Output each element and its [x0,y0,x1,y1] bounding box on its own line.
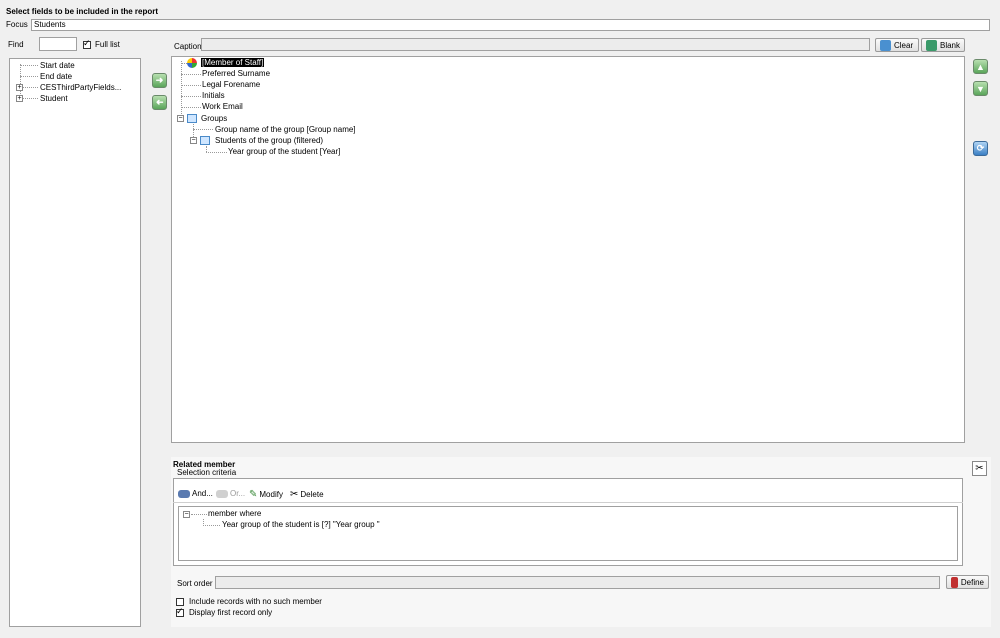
clear-button[interactable]: Clear [875,38,919,52]
tree-root-member-of-staff[interactable]: [Member of Staff] [201,58,265,67]
clear-icon [880,39,891,51]
selection-criteria-label: Selection criteria [177,468,237,477]
scissors-icon: ✂ [975,463,984,474]
field-tree-panel[interactable]: Start date End date + CESThirdPartyField… [9,58,141,627]
tree-item-initials[interactable]: Initials [202,91,225,100]
sort-order-field[interactable] [215,576,940,589]
refresh-icon: ⟳ [976,143,985,153]
move-up-button[interactable]: ▲ [973,59,988,74]
arrow-right-icon: ➜ [155,75,164,85]
define-button[interactable]: Define [946,575,989,589]
tree-connector [181,61,182,118]
full-list-label: Full list [95,40,120,49]
tree-item-work-email[interactable]: Work Email [202,102,243,111]
focus-label: Focus [6,20,28,29]
tree-connector [181,107,201,108]
delete-icon: ✂ [290,489,299,500]
pencil-icon: ✎ [249,489,258,500]
tree-connector [203,525,220,526]
include-no-member-label: Include records with no such member [189,597,322,606]
move-down-button[interactable]: ▼ [973,81,988,96]
tree-item-preferred-surname[interactable]: Preferred Surname [202,69,270,78]
or-button[interactable]: Or... [216,489,245,498]
modify-button[interactable]: ✎ Modify [249,489,283,500]
arrow-left-icon: ➜ [155,97,164,107]
staff-icon [187,58,197,68]
tree-connector [20,76,38,77]
tree-item-legal-forename[interactable]: Legal Forename [202,80,260,89]
include-no-member-checkbox[interactable]: Include records with no such member [176,597,322,606]
groups-icon [187,114,197,123]
delete-button[interactable]: ✂ Delete [290,489,324,500]
full-list-check-icon [83,38,91,49]
blank-label: Blank [939,40,960,50]
expand-icon[interactable]: + [16,95,23,102]
and-icon [178,489,190,498]
blank-icon [926,39,937,51]
toolbar-divider [173,502,963,503]
tree-item-students-filtered[interactable]: Students of the group (filtered) [215,136,323,145]
criteria-item-year-group[interactable]: Year group of the student is [?] "Year g… [222,520,380,529]
expand-icon[interactable]: + [16,84,23,91]
refresh-button[interactable]: ⟳ [973,141,988,156]
find-label: Find [8,40,24,49]
caption-input[interactable] [201,38,870,51]
collapse-icon[interactable]: − [183,511,190,518]
and-button[interactable]: And... [178,489,213,498]
tree-item-groups[interactable]: Groups [201,114,227,123]
tree-item-year-group[interactable]: Year group of the student [Year] [228,147,340,156]
page-title: Select fields to be included in the repo… [6,7,159,16]
display-first-check-icon [176,606,184,617]
focus-field[interactable]: Students [31,19,990,31]
criteria-root[interactable]: member where [208,509,261,518]
display-first-label: Display first record only [189,608,273,617]
collapse-icon[interactable]: − [177,115,184,122]
modify-label: Modify [259,490,283,499]
tree-connector [191,514,207,515]
remove-field-button[interactable]: ➜ [152,95,167,110]
define-label: Define [960,577,984,587]
tree-item-group-name[interactable]: Group name of the group [Group name] [215,125,356,134]
or-icon [216,489,228,498]
tree-item-end-date[interactable]: End date [40,72,72,81]
students-icon [200,136,210,145]
tree-item-student[interactable]: Student [40,94,68,103]
display-first-checkbox[interactable]: Display first record only [176,606,273,617]
report-tree-panel[interactable]: [Member of Staff] Preferred Surname Lega… [171,56,965,443]
add-field-button[interactable]: ➜ [152,73,167,88]
find-input[interactable] [39,37,77,51]
remove-related-button[interactable]: ✂ [972,461,987,476]
arrow-up-icon: ▲ [976,61,985,72]
tree-item-start-date[interactable]: Start date [40,61,75,70]
sort-order-label: Sort order [177,579,213,588]
clear-label: Clear [894,40,914,50]
and-label: And... [192,489,213,498]
tree-connector [181,74,201,75]
tree-item-ces-third-party[interactable]: CESThirdPartyFields... [40,83,121,92]
tree-connector [20,65,38,66]
arrow-down-icon: ▼ [976,83,985,94]
tree-connector [206,152,227,153]
tree-connector [181,85,201,86]
tree-connector [193,129,213,130]
full-list-checkbox[interactable]: Full list [83,38,120,49]
include-no-member-check-icon [176,597,184,606]
tree-connector [181,96,201,97]
blank-button[interactable]: Blank [921,38,965,52]
caption-label: Caption [174,42,202,51]
define-icon [951,576,958,588]
focus-value: Students [34,20,66,29]
criteria-tree[interactable]: − member where Year group of the student… [178,506,958,561]
or-label: Or... [230,489,246,498]
collapse-icon[interactable]: − [190,137,197,144]
delete-label: Delete [300,490,324,499]
